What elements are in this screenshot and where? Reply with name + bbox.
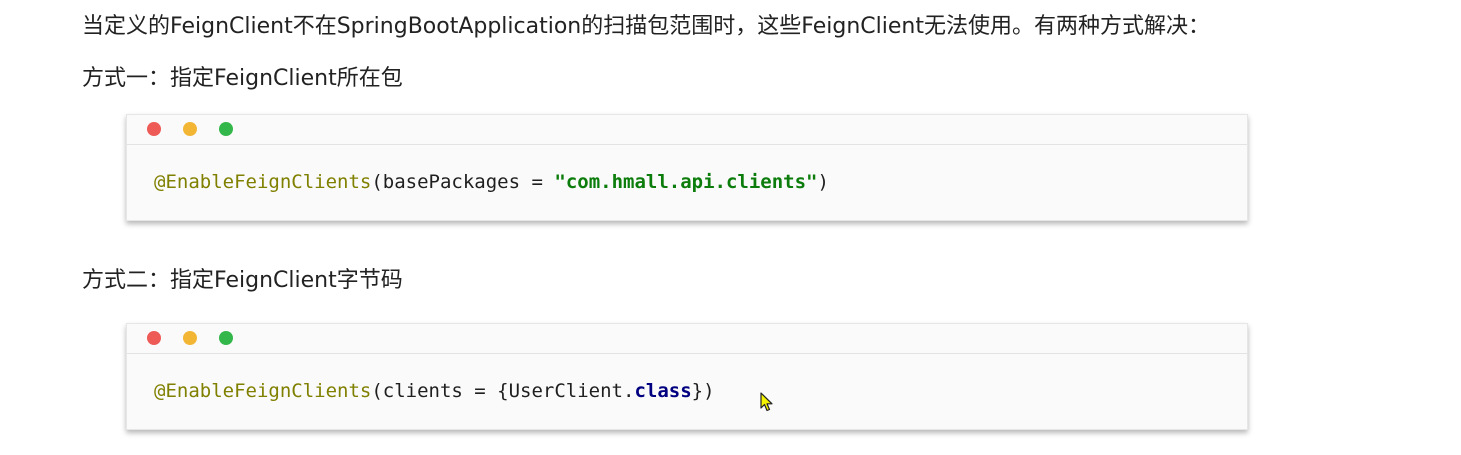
method1-heading: 方式一：指定FeignClient所在包 [82,66,403,91]
code-annotation: @EnableFeignClients [154,171,372,193]
maximize-dot-icon [219,331,233,345]
code-line: @EnableFeignClients(clients = {UserClien… [154,380,715,402]
code-block-method2: @EnableFeignClients(clients = {UserClien… [126,323,1248,430]
code-block-method1: @EnableFeignClients(basePackages = "com.… [126,114,1248,221]
minimize-dot-icon [183,331,197,345]
code-text: ) [817,171,829,193]
intro-text: 当定义的FeignClient不在SpringBootApplication的扫… [82,14,1210,39]
code-window-titlebar [127,115,1247,145]
code-text: }) [691,380,715,402]
code-string: "com.hmall.api.clients" [554,171,818,193]
code-text: (clients = {UserClient. [371,380,635,402]
code-keyword: class [634,380,692,402]
maximize-dot-icon [219,122,233,136]
code-window-titlebar [127,324,1247,354]
code-annotation: @EnableFeignClients [154,380,372,402]
method2-heading: 方式二：指定FeignClient字节码 [82,268,403,293]
minimize-dot-icon [183,122,197,136]
mouse-cursor-icon [760,392,773,412]
code-text: (basePackages = [371,171,555,193]
close-dot-icon [147,122,161,136]
code-line: @EnableFeignClients(basePackages = "com.… [154,171,829,193]
close-dot-icon [147,331,161,345]
